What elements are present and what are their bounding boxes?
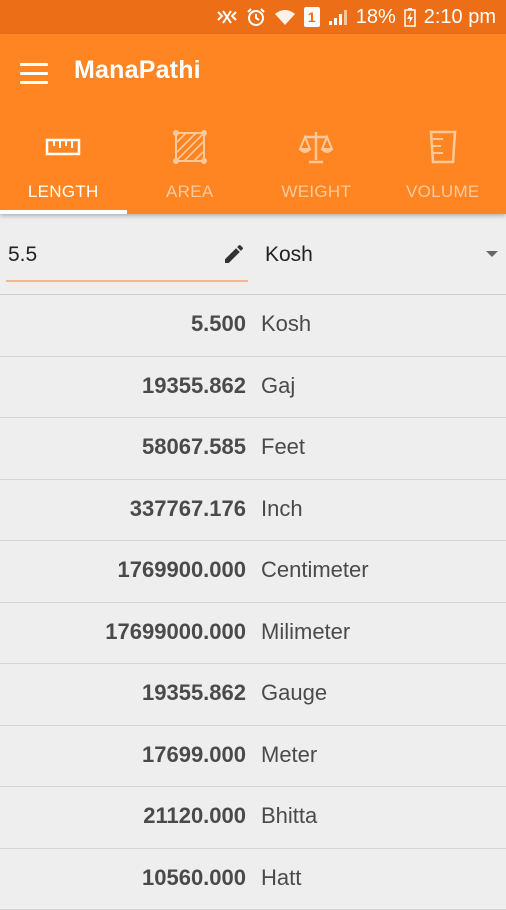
app-title: ManaPathi [74,56,201,85]
alarm-icon [246,7,266,27]
hamburger-icon [20,63,48,66]
scale-icon [297,128,335,166]
wifi-icon [274,8,296,26]
converter-input-row: 5.5 Kosh [0,214,506,295]
tab-weight[interactable]: WEIGHT [253,120,380,214]
result-value: 5.500 [191,311,246,337]
clock: 2:10 pm [424,6,496,29]
results-list: 5.500 Kosh 19355.862 Gaj 58067.585 Feet 337… [0,295,506,910]
list-item: 17699000.000 Milimeter [0,603,506,665]
status-icons: 1 18% 2:10 pm [216,0,496,34]
beaker-icon [427,128,459,166]
tab-weight-label: WEIGHT [281,182,351,202]
result-value: 58067.585 [142,434,246,460]
list-item: 19355.862 Gauge [0,664,506,726]
result-value: 19355.862 [142,680,246,706]
mute-vibrate-icon [216,8,238,26]
battery-charging-icon [404,7,416,27]
area-icon [172,128,208,166]
menu-button[interactable] [20,63,48,87]
sim-icon: 1 [304,7,320,27]
hamburger-line [20,81,48,84]
result-value: 21120.000 [143,803,246,829]
result-unit: Kosh [261,311,311,337]
battery-percent: 18% [356,6,396,29]
result-unit: Meter [261,742,317,768]
tab-length-label: LENGTH [28,182,99,202]
tab-length[interactable]: LENGTH [0,120,127,214]
result-value: 10560.000 [142,865,246,891]
ruler-icon [45,128,81,166]
result-value: 337767.176 [130,496,246,522]
list-item: 21120.000 Bhitta [0,787,506,849]
list-item: 1769900.000 Centimeter [0,541,506,603]
dropdown-arrow-icon [486,251,498,257]
list-item: 337767.176 Inch [0,480,506,542]
tab-area[interactable]: AREA [127,120,254,214]
result-unit: Inch [261,496,303,522]
app-bar: ManaPathi LENGTH AREA WEIGHT VOLUME [0,34,506,214]
result-value: 1769900.000 [118,557,246,583]
result-unit: Bhitta [261,803,317,829]
list-item: 58067.585 Feet [0,418,506,480]
value-input[interactable]: 5.5 [6,232,248,282]
result-unit: Milimeter [261,619,350,645]
pencil-icon[interactable] [222,242,246,271]
list-item: 10560.000 Hatt [0,849,506,910]
result-unit: Hatt [261,865,301,891]
signal-icon [328,8,348,26]
list-item: 5.500 Kosh [0,295,506,357]
result-unit: Centimeter [261,557,369,583]
list-item: 19355.862 Gaj [0,357,506,419]
unit-dropdown-value: Kosh [265,243,313,267]
result-value: 17699000.000 [105,619,246,645]
hamburger-line [20,72,48,75]
result-unit: Gaj [261,373,295,399]
category-tabs: LENGTH AREA WEIGHT VOLUME [0,120,506,214]
result-unit: Gauge [261,680,327,706]
unit-dropdown[interactable]: Kosh [258,232,506,280]
tab-volume-label: VOLUME [406,182,480,202]
result-value: 17699.000 [142,742,246,768]
status-bar: 1 18% 2:10 pm [0,0,506,34]
result-unit: Feet [261,434,305,460]
list-item: 17699.000 Meter [0,726,506,788]
result-value: 19355.862 [142,373,246,399]
tab-volume[interactable]: VOLUME [380,120,506,214]
value-input-text[interactable]: 5.5 [8,243,37,267]
tab-area-label: AREA [166,182,214,202]
